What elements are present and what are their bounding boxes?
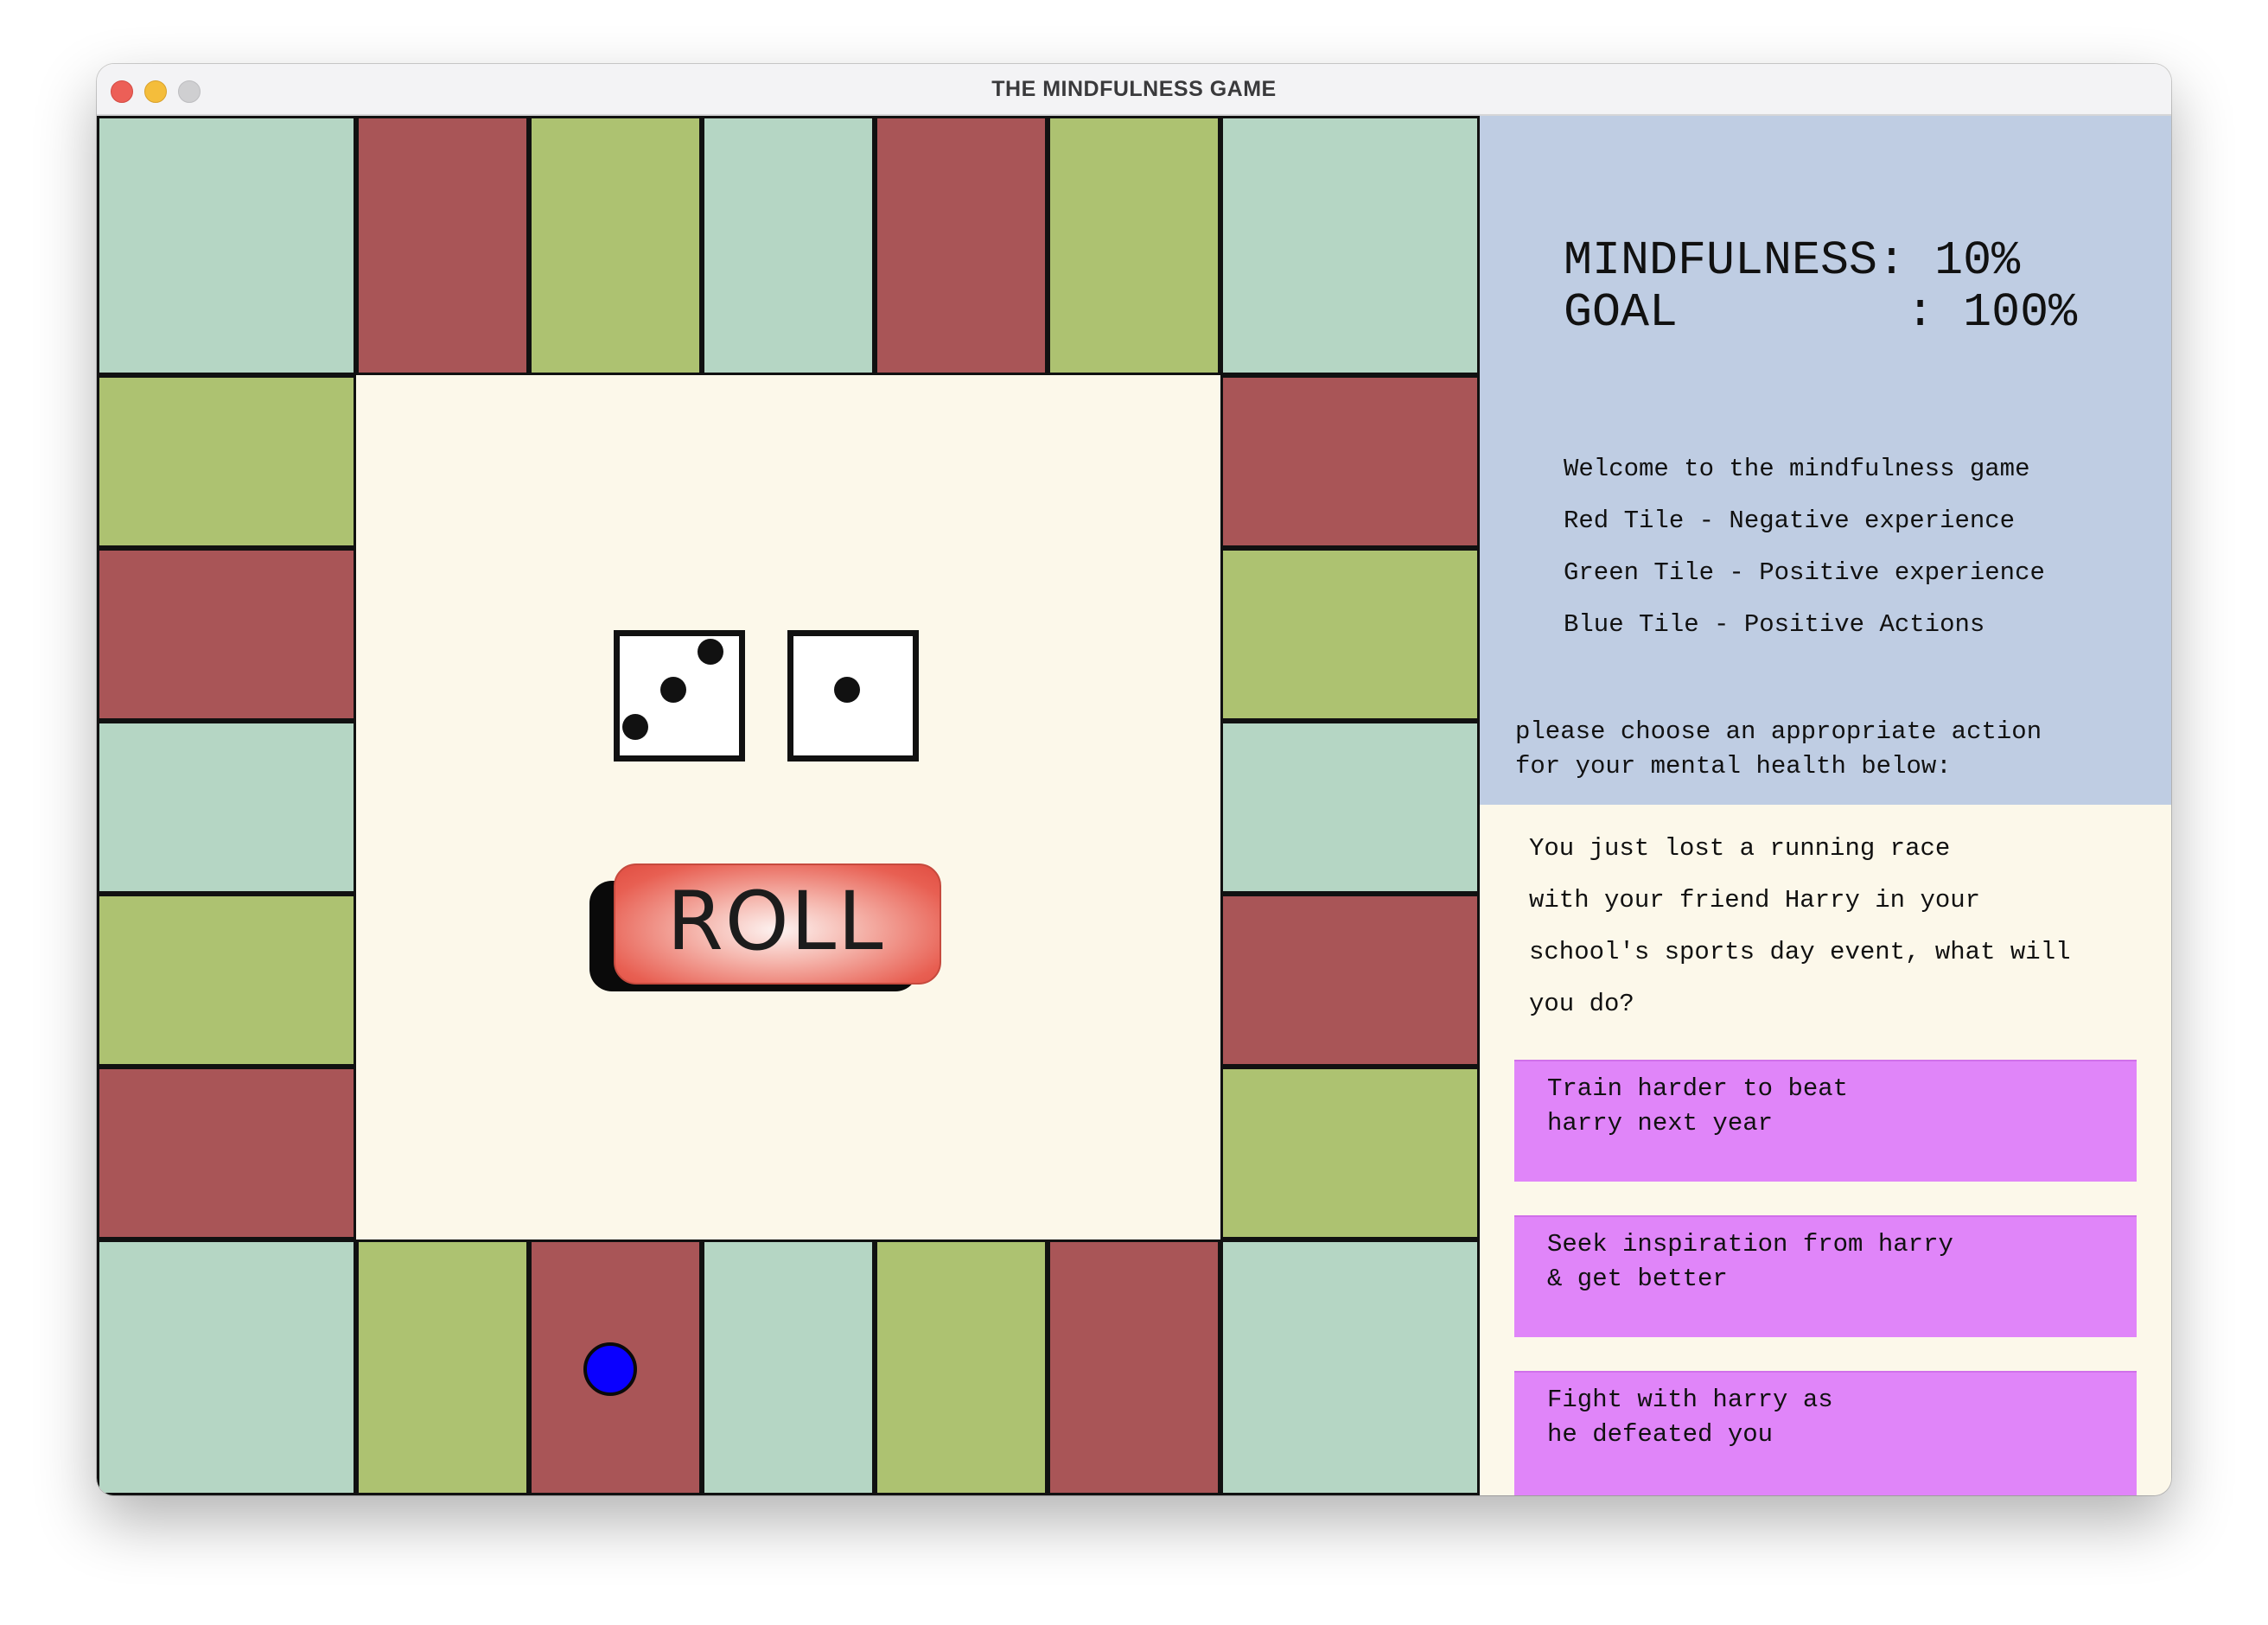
status-section: MINDFULNESS: 10% GOAL : 100% Welcome to …	[1480, 116, 2171, 805]
die-right	[787, 630, 919, 762]
rule-welcome: Welcome to the mindfulness game	[1564, 455, 2030, 483]
board-tile-blue	[97, 116, 356, 375]
scenario-line: you do?	[1529, 990, 1634, 1018]
player-token	[583, 1342, 637, 1396]
option-button-train-harder[interactable]: Train harder to beat harry next year	[1514, 1060, 2137, 1182]
scenario-line: with your friend Harry in your	[1529, 886, 1981, 914]
option-button-seek-inspiration[interactable]: Seek inspiration from harry & get better	[1514, 1215, 2137, 1337]
board-tile-green	[1220, 1067, 1480, 1239]
die-pip	[834, 677, 860, 703]
board-tile-red	[97, 548, 356, 721]
rule-blue-tile: Blue Tile - Positive Actions	[1564, 610, 1985, 639]
roll-button[interactable]: ROLL	[589, 863, 941, 995]
board-tile-red	[875, 116, 1048, 375]
board-tile-blue	[1220, 116, 1480, 375]
scenario-line: school's sports day event, what will	[1529, 938, 2071, 966]
app-window: THE MINDFULNESS GAME ROLL MINDFULNESS: 1…	[97, 64, 2171, 1495]
board-tile-green	[97, 894, 356, 1067]
board-tile-blue	[97, 721, 356, 894]
board-tile-blue	[702, 1239, 875, 1495]
board-tile-red	[1220, 375, 1480, 548]
window-title: THE MINDFULNESS GAME	[991, 77, 1277, 101]
title-bar: THE MINDFULNESS GAME	[97, 64, 2171, 116]
scenario-line: You just lost a running race	[1529, 834, 1951, 863]
board-tile-blue	[97, 1239, 356, 1495]
info-panel: MINDFULNESS: 10% GOAL : 100% Welcome to …	[1480, 116, 2171, 1495]
rule-red-tile: Red Tile - Negative experience	[1564, 507, 2016, 535]
action-prompt: please choose an appropriate action for …	[1515, 717, 2042, 781]
board-tile-green	[356, 1239, 529, 1495]
board-tile-blue	[1220, 721, 1480, 894]
board-tile-green	[875, 1239, 1048, 1495]
board-tile-red	[356, 116, 529, 375]
board-tile-green	[97, 375, 356, 548]
scenario-section: You just lost a running race with your f…	[1480, 805, 2171, 1495]
board-tile-blue	[1220, 1239, 1480, 1495]
board-tile-blue	[702, 116, 875, 375]
roll-button-label: ROLL	[666, 875, 885, 969]
board-tile-green	[529, 116, 702, 375]
goal-score: GOAL : 100%	[1564, 285, 2078, 340]
game-board: ROLL	[97, 116, 1480, 1495]
die-left	[614, 630, 745, 762]
option-label: Fight with harry as he defeated you	[1547, 1386, 1833, 1449]
die-pip	[660, 677, 686, 703]
board-tile-green	[1220, 548, 1480, 721]
board-tile-red	[1048, 1239, 1220, 1495]
board-tile-green	[1048, 116, 1220, 375]
option-label: Seek inspiration from harry & get better	[1547, 1230, 1953, 1293]
option-label: Train harder to beat harry next year	[1547, 1074, 1849, 1138]
die-pip	[698, 639, 723, 665]
board-center	[356, 375, 1220, 1239]
option-button-fight[interactable]: Fight with harry as he defeated you	[1514, 1371, 2137, 1495]
board-tile-red	[97, 1067, 356, 1239]
mindfulness-score: MINDFULNESS: 10%	[1564, 233, 2021, 288]
die-pip	[622, 714, 648, 740]
board-tile-red	[1220, 894, 1480, 1067]
rule-green-tile: Green Tile - Positive experience	[1564, 558, 2045, 587]
